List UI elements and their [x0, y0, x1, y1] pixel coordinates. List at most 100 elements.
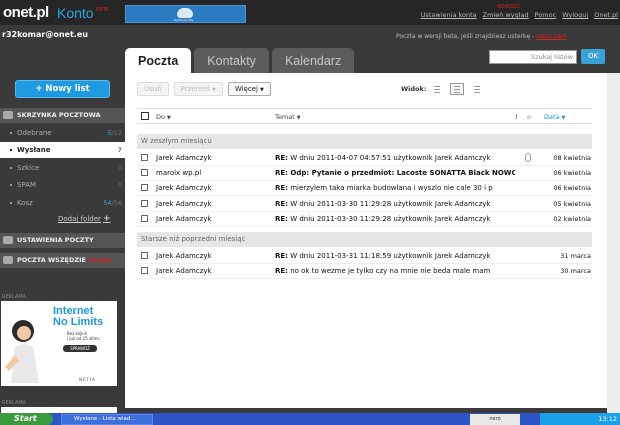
folder-drafts[interactable]: Szkice 0 [0, 160, 125, 176]
view-wide-button[interactable] [470, 83, 484, 95]
top-links: Ustawienia konta Zmień wygląd Pomoc Wylo… [421, 11, 618, 19]
list-compact-icon [434, 86, 440, 87]
add-folder-link[interactable]: Dodaj folder + [58, 214, 110, 224]
table-row[interactable]: Jarek Adamczyk RE: no ok to wezme je tylk… [137, 264, 592, 279]
row-subject-text: no ok to wezme je tylko czy na mnie nie … [287, 267, 491, 275]
netia-ad[interactable]: Internet No Limits Bez kojkili i już od 25… [1, 301, 117, 386]
new-mail-button[interactable]: + Nowy list [15, 80, 110, 98]
onet-logo[interactable]: onet.pl [3, 4, 49, 21]
mailbox-header[interactable]: SKRZYNKA POCZTOWA [0, 108, 125, 123]
row-subject: RE: W dniu 2011-03-31 11:18:59 użytkowni… [275, 249, 515, 264]
new-flag: NOWOŚĆ [497, 4, 521, 10]
attachment-column-icon[interactable]: ⌀ [527, 113, 531, 121]
report-bug-link[interactable]: zgłoś nam [536, 33, 567, 40]
bullet-icon [10, 149, 12, 151]
table-row[interactable]: Jarek Adamczyk RE: W dniu 2011-03-31 11:1… [137, 249, 592, 264]
row-subject: RE: Odp: Pytanie o przedmiot: Lacoste SO… [275, 166, 515, 181]
row-checkbox[interactable] [141, 252, 148, 259]
mail-everywhere-header[interactable]: POCZTA WSZĘDZIE NOWOŚĆ [0, 253, 125, 268]
folder-label: Odebrane [17, 129, 52, 137]
row-subject-prefix: RE: [275, 184, 288, 192]
list-wide-icon [474, 86, 480, 87]
konto-banner[interactable]: Konto poczty [125, 5, 246, 23]
row-subject-text: W dniu 2011-03-30 11:29:28 użytkownik Ja… [287, 215, 491, 223]
row-checkbox[interactable] [141, 184, 148, 191]
folder-label: Kosz [17, 199, 33, 207]
group-header: Starsze niż poprzedni miesiąc [137, 232, 592, 247]
search-input[interactable]: Szukaj listów [489, 50, 577, 64]
bullet-icon [10, 167, 12, 169]
new-mail-label: Nowy list [45, 84, 90, 94]
ad-check-button[interactable]: SPRAWDŹ [63, 345, 97, 352]
move-button[interactable]: Przenieś ▼ [173, 82, 223, 96]
tab-mail[interactable]: Poczta [125, 48, 192, 73]
tab-calendar[interactable]: Kalendarz [271, 48, 355, 73]
row-checkbox[interactable] [141, 154, 148, 161]
column-date-label: Data [544, 113, 560, 121]
row-subject-text: W dniu 2011-04-07 04:57:51 użytkownik Ja… [287, 154, 491, 162]
mail-settings-header[interactable]: USTAWIENIA POCZTY [0, 233, 125, 248]
column-subject[interactable]: Temat ▼ [275, 113, 301, 121]
link-onet[interactable]: Onet.pl [594, 11, 618, 19]
row-recipient: Jarek Adamczyk [156, 252, 212, 260]
group-header: W zeszłym miesiącu [137, 134, 592, 149]
row-checkbox[interactable] [141, 169, 148, 176]
beta-tag: BETA [96, 7, 109, 13]
product-name: Konto [57, 5, 94, 21]
row-recipient: Jarek Adamczyk [156, 215, 212, 223]
row-checkbox[interactable] [141, 267, 148, 274]
folder-count: 0 [117, 181, 122, 189]
move-button-label: Przenieś [180, 85, 210, 93]
mail-toolbar: Usuń Przenieś ▼ Więcej ▼ [137, 82, 271, 96]
priority-icon[interactable]: ! [515, 113, 518, 121]
view-compact-button[interactable] [430, 83, 444, 95]
row-subject-prefix: RE: [275, 252, 288, 260]
page-scrollbar[interactable] [607, 73, 620, 413]
chevron-down-icon: ▼ [296, 115, 301, 121]
view-label: Widok: [401, 85, 427, 93]
table-row[interactable]: Jarek Adamczyk RE: W dniu 2011-04-07 04:5… [137, 151, 592, 166]
list-normal-icon [454, 86, 460, 87]
row-subject-prefix: RE: [275, 215, 288, 223]
more-button[interactable]: Więcej ▼ [227, 82, 271, 96]
row-date: 08 kwietnia [553, 154, 591, 162]
ad-headline: Internet No Limits [53, 306, 103, 328]
row-checkbox[interactable] [141, 200, 148, 207]
delete-button[interactable]: Usuń [137, 82, 169, 96]
search-ok-button[interactable]: OK [581, 49, 605, 64]
row-subject-prefix: RE: [275, 169, 288, 177]
column-to[interactable]: Do ▼ [156, 113, 171, 121]
table-row[interactable]: Jarek Adamczyk RE: mierzylem taka miarka … [137, 181, 592, 196]
folder-count-total: /12 [111, 129, 122, 137]
nero-toolbar[interactable]: nero [470, 414, 520, 425]
column-to-label: Do [156, 113, 165, 121]
link-account-settings[interactable]: Ustawienia konta [421, 11, 477, 19]
beta-info-text: Poczta w wersji beta, jeśli znajdziesz u… [396, 33, 537, 40]
table-row[interactable]: Jarek Adamczyk RE: W dniu 2011-03-30 11:2… [137, 212, 592, 227]
row-checkbox[interactable] [141, 215, 148, 222]
folder-inbox[interactable]: Odebrane 5/12 [0, 125, 125, 141]
table-row[interactable]: Jarek Adamczyk RE: W dniu 2011-03-30 11:2… [137, 197, 592, 212]
taskbar-window-button[interactable]: Wysłane - Lista wiad... [61, 414, 153, 425]
folder-count: 7 [117, 146, 122, 154]
row-subject-text: Odp: Pytanie o przedmiot: Lacoste SONATT… [287, 169, 515, 177]
chevron-down-icon: ▼ [259, 87, 264, 93]
view-normal-button[interactable] [450, 83, 464, 95]
link-help[interactable]: Pomoc [535, 11, 557, 19]
link-logout[interactable]: Wyloguj [562, 11, 588, 19]
tab-contacts[interactable]: Kontakty [194, 48, 269, 73]
column-date[interactable]: Data ▼ [544, 113, 565, 121]
folder-sent[interactable]: Wysłane 7 [0, 142, 125, 158]
chevron-down-icon: ▼ [166, 115, 171, 121]
folder-trash[interactable]: Kosz 54/56 [0, 195, 125, 211]
ad-subtext: Bez kojkili i już od 25 zł/mc. [67, 331, 101, 341]
folder-label: Szkice [17, 164, 40, 172]
table-row[interactable]: marolx wp.pl RE: Odp: Pytanie o przedmiot… [137, 166, 592, 181]
start-button[interactable]: Start [0, 413, 53, 425]
link-change-look[interactable]: Zmień wygląd [483, 11, 529, 19]
folder-spam[interactable]: SPAM 0 [0, 177, 125, 193]
select-all-checkbox[interactable] [141, 112, 149, 120]
row-subject-text: W dniu 2011-03-30 11:29:28 użytkownik Ja… [287, 200, 491, 208]
row-date: 06 kwietnia [553, 184, 591, 192]
row-recipient: marolx wp.pl [156, 169, 202, 177]
